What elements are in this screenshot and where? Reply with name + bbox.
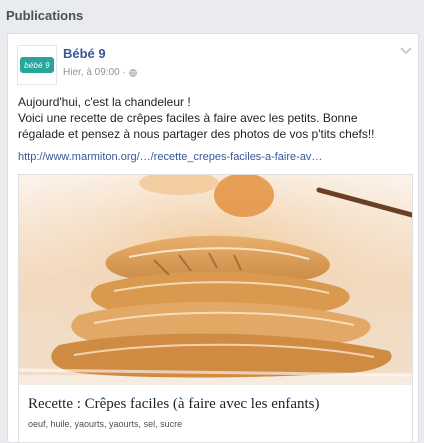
post-author[interactable]: Bébé 9: [63, 46, 106, 61]
preview-title[interactable]: Recette : Crêpes faciles (à faire avec l…: [28, 396, 320, 413]
post-text-line: Aujourd'hui, c'est la chandeleur !: [18, 95, 191, 109]
post-link[interactable]: http://www.marmiton.org/…/recette_crepes…: [18, 151, 322, 163]
post-timestamp[interactable]: Hier, à 09:00 ·: [63, 67, 126, 78]
post-text-line: Voici une recette de crêpes faciles à fa…: [18, 111, 358, 125]
post-meta: Hier, à 09:00 ·: [63, 67, 137, 78]
globe-icon: [129, 68, 137, 77]
page-avatar[interactable]: bébé 9: [17, 45, 57, 85]
crepes-image: [19, 175, 412, 385]
post-text: Aujourd'hui, c'est la chandeleur ! Voici…: [18, 94, 413, 142]
link-preview[interactable]: Recette : Crêpes faciles (à faire avec l…: [18, 174, 413, 442]
avatar-logo: bébé 9: [20, 57, 54, 73]
section-title: Publications: [6, 8, 84, 23]
chevron-down-icon[interactable]: [400, 46, 412, 56]
preview-description: oeuf, huile, yaourts, yaourts, sel, sucr…: [28, 419, 183, 429]
post-text-line: régalade et pensez à nous partager des p…: [18, 127, 375, 141]
post-card: bébé 9 Bébé 9 Hier, à 09:00 · Aujourd'hu…: [7, 33, 419, 443]
